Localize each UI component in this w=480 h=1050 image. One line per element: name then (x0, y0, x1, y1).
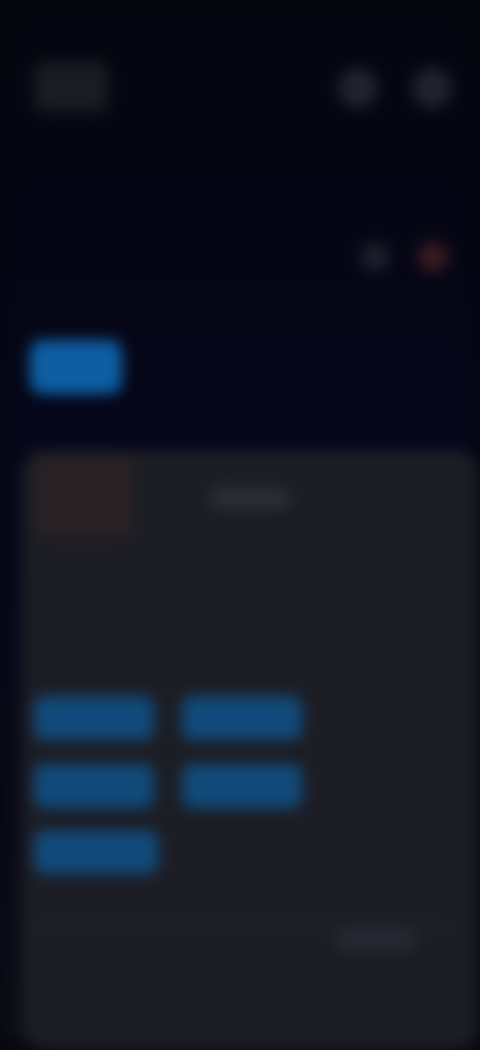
footer-divider (26, 926, 454, 928)
app-logo[interactable] (34, 62, 108, 112)
screen (0, 0, 480, 1050)
card-pill (210, 488, 290, 508)
status-bar (0, 0, 480, 56)
chip-5[interactable] (34, 830, 158, 874)
app-bar-action-icon-1[interactable] (338, 68, 378, 108)
chip-3[interactable] (34, 764, 154, 808)
summary-action-icon-1[interactable] (360, 242, 390, 272)
summary-action-icon-2[interactable] (418, 242, 448, 272)
content-card (22, 450, 478, 1050)
app-bar-action-icon-2[interactable] (412, 68, 452, 108)
chip-4[interactable] (182, 764, 302, 808)
footer-pill (336, 930, 416, 950)
summary-row (22, 240, 462, 276)
chip-1[interactable] (34, 696, 154, 740)
primary-button[interactable] (30, 340, 122, 394)
avatar[interactable] (36, 456, 132, 536)
chip-2[interactable] (182, 696, 302, 740)
